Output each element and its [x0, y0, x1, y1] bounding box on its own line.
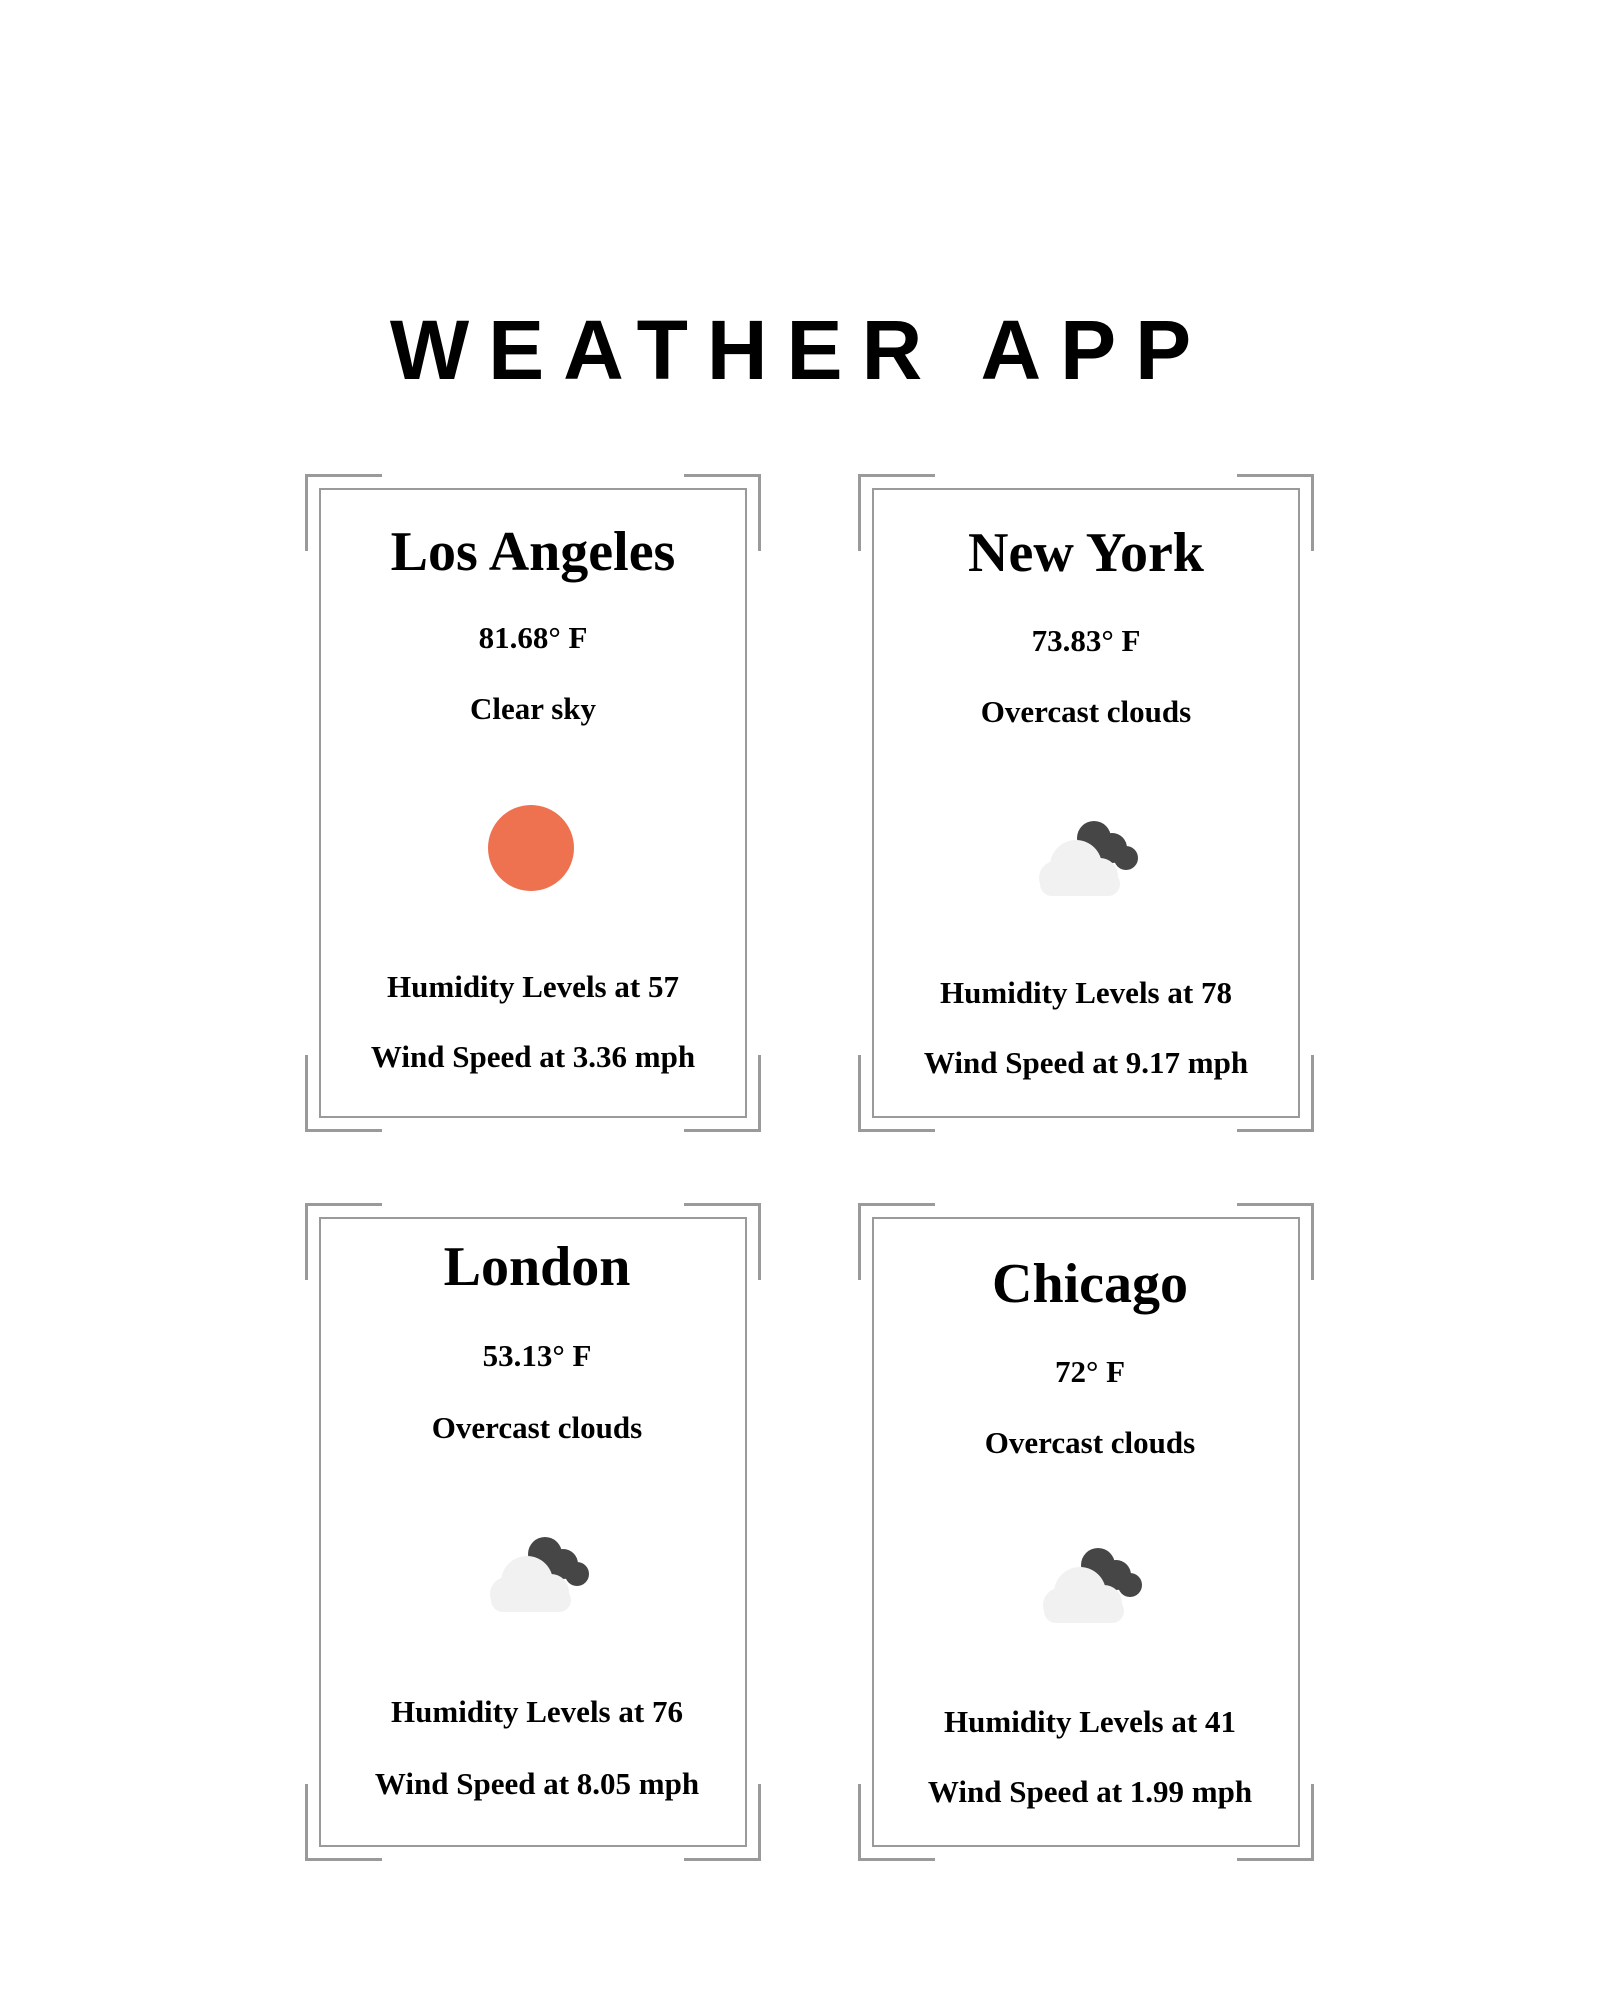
wind-speed: Wind Speed at 3.36 mph: [370, 1039, 696, 1074]
temperature: 72° F: [1054, 1354, 1126, 1389]
city-name: Chicago: [992, 1253, 1188, 1315]
humidity-level: Humidity Levels at 76: [391, 1694, 683, 1729]
humidity-level: Humidity Levels at 41: [944, 1704, 1236, 1739]
wind-speed: Wind Speed at 9.17 mph: [923, 1045, 1249, 1080]
weather-description: Overcast clouds: [984, 1425, 1196, 1460]
overcast-cloud-icon: [1020, 1531, 1160, 1631]
wind-speed: Wind Speed at 1.99 mph: [927, 1774, 1253, 1809]
weather-card-los-angeles: Los Angeles 81.68° F Clear sky Humidity …: [305, 474, 761, 1132]
overcast-cloud-icon: [467, 1520, 607, 1620]
weather-description: Clear sky: [469, 691, 596, 726]
weather-description: Overcast clouds: [431, 1410, 643, 1445]
temperature: 73.83° F: [1031, 623, 1141, 658]
weather-card-new-york: New York 73.83° F Overcast clouds Humidi…: [858, 474, 1314, 1132]
sun-icon: [461, 798, 601, 898]
weather-card-london: London 53.13° F Overcast clouds Humidity…: [305, 1203, 761, 1861]
weather-card-chicago: Chicago 72° F Overcast clouds Humidity L…: [858, 1203, 1314, 1861]
humidity-level: Humidity Levels at 57: [387, 969, 679, 1004]
wind-speed: Wind Speed at 8.05 mph: [374, 1766, 700, 1801]
humidity-level: Humidity Levels at 78: [940, 975, 1232, 1010]
city-name: New York: [968, 522, 1204, 584]
temperature: 53.13° F: [482, 1338, 592, 1373]
city-name: Los Angeles: [390, 521, 676, 583]
app-title: WEATHER APP: [389, 303, 1211, 397]
weather-description: Overcast clouds: [980, 694, 1192, 729]
city-name: London: [443, 1236, 631, 1298]
overcast-cloud-icon: [1016, 804, 1156, 904]
temperature: 81.68° F: [478, 620, 588, 655]
